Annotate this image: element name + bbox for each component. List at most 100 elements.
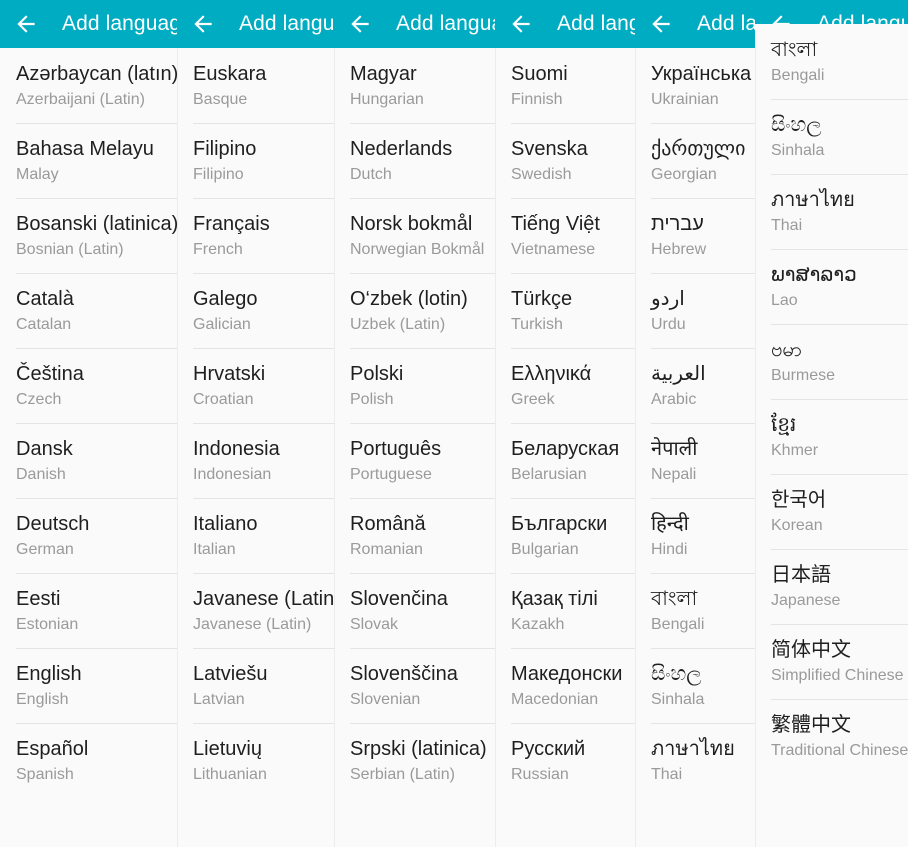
language-list-item[interactable]: नेपाली Nepali: [635, 423, 755, 498]
language-list[interactable]: Magyar Hungarian Nederlands Dutch Norsk bokm…: [334, 48, 495, 798]
language-english-name: Korean: [771, 517, 823, 534]
language-list-item[interactable]: Беларуская Belarusian: [495, 423, 635, 498]
language-native-name: Svenska: [511, 138, 588, 160]
language-list-item[interactable]: Euskara Basque: [177, 48, 334, 123]
language-list-item[interactable]: O‘zbek (lotin) Uzbek (Latin): [334, 273, 495, 348]
language-list[interactable]: Українська Ukrainian ქართული Georgian עברית H…: [635, 48, 755, 798]
back-arrow-icon[interactable]: [181, 0, 225, 48]
language-native-name: Magyar: [350, 63, 417, 85]
language-list-item[interactable]: ဗမာ Burmese: [755, 324, 908, 399]
language-list-item[interactable]: Български Bulgarian: [495, 498, 635, 573]
language-list-item[interactable]: ภาษาไทย Thai: [635, 723, 755, 798]
language-list-item[interactable]: Қазақ тілі Kazakh: [495, 573, 635, 648]
language-list-item[interactable]: Ελληνικά Greek: [495, 348, 635, 423]
language-list-item[interactable]: 简体中文 Simplified Chinese: [755, 624, 908, 699]
back-arrow-icon[interactable]: [338, 0, 382, 48]
language-list-item[interactable]: Latviešu Latvian: [177, 648, 334, 723]
language-list-item[interactable]: Deutsch German: [0, 498, 177, 573]
language-list-item[interactable]: Javanese (Latin) Javanese (Latin): [177, 573, 334, 648]
language-list-item[interactable]: ພາສາລາວ Lao: [755, 249, 908, 324]
language-english-name: German: [16, 541, 74, 558]
language-list-item[interactable]: Tiếng Việt Vietnamese: [495, 198, 635, 273]
language-english-name: Polish: [350, 391, 394, 408]
language-english-name: Vietnamese: [511, 241, 596, 258]
language-list-item[interactable]: Magyar Hungarian: [334, 48, 495, 123]
language-english-name: Estonian: [16, 616, 79, 633]
language-list-item[interactable]: Bahasa Melayu Malay: [0, 123, 177, 198]
language-list-item[interactable]: Română Romanian: [334, 498, 495, 573]
panel-content: Add languageEuskaraBasqueFilipinoFilipin…: [177, 0, 334, 798]
language-list-item[interactable]: Dansk Danish: [0, 423, 177, 498]
language-list-item[interactable]: Hrvatski Croatian: [177, 348, 334, 423]
language-native-name: Ελληνικά: [511, 363, 592, 385]
language-english-name: Belarusian: [511, 466, 587, 483]
language-list-item[interactable]: עברית Hebrew: [635, 198, 755, 273]
language-english-name: English: [16, 691, 69, 708]
language-list[interactable]: বাংলা Bengali සිංහල Sinhala ภาษาไทย Thai ພາສາລ…: [755, 24, 908, 774]
language-list-item[interactable]: Indonesia Indonesian: [177, 423, 334, 498]
language-list-item[interactable]: Lietuvių Lithuanian: [177, 723, 334, 798]
language-list-item[interactable]: Slovenščina Slovenian: [334, 648, 495, 723]
language-list-item[interactable]: বাংলা Bengali: [635, 573, 755, 648]
language-list-item[interactable]: Français French: [177, 198, 334, 273]
language-list-item[interactable]: Eesti Estonian: [0, 573, 177, 648]
language-list-item[interactable]: Azərbaycan (latın) Azerbaijani (Latin): [0, 48, 177, 123]
language-english-name: Hungarian: [350, 91, 424, 108]
language-english-name: Thai: [771, 217, 803, 234]
language-native-name: Українська: [651, 63, 752, 85]
language-list-item[interactable]: Polski Polish: [334, 348, 495, 423]
language-list-item[interactable]: Italiano Italian: [177, 498, 334, 573]
language-native-name: नेपाली: [651, 438, 698, 460]
language-list-item[interactable]: Türkçe Turkish: [495, 273, 635, 348]
language-list-item[interactable]: Srpski (latinica) Serbian (Latin): [334, 723, 495, 798]
back-arrow-icon[interactable]: [4, 0, 48, 48]
language-list-item[interactable]: Norsk bokmål Norwegian Bokmål: [334, 198, 495, 273]
language-list-item[interactable]: اردو Urdu: [635, 273, 755, 348]
language-native-name: Suomi: [511, 63, 568, 85]
language-list-item[interactable]: বাংলা Bengali: [755, 24, 908, 99]
language-list[interactable]: Euskara Basque Filipino Filipino Français Fre…: [177, 48, 334, 798]
language-list-item[interactable]: ქართული Georgian: [635, 123, 755, 198]
language-list-item[interactable]: Suomi Finnish: [495, 48, 635, 123]
app-bar: Add language: [635, 0, 755, 48]
language-list-item[interactable]: Slovenčina Slovak: [334, 573, 495, 648]
language-list-item[interactable]: हिन्दी Hindi: [635, 498, 755, 573]
language-native-name: Français: [193, 213, 270, 235]
language-list-item[interactable]: Русский Russian: [495, 723, 635, 798]
language-list-item[interactable]: ខ្មែរ Khmer: [755, 399, 908, 474]
app-bar: Add language: [334, 0, 495, 48]
language-list-item[interactable]: Nederlands Dutch: [334, 123, 495, 198]
language-native-name: বাংলা: [771, 39, 818, 61]
language-list-item[interactable]: Bosanski (latinica) Bosnian (Latin): [0, 198, 177, 273]
back-arrow-icon[interactable]: [499, 0, 543, 48]
language-native-name: Polski: [350, 363, 404, 385]
language-list-item[interactable]: 한국어 Korean: [755, 474, 908, 549]
panel-content: Add language Azərbaycan (latın) Azerbaijan…: [0, 0, 177, 798]
language-list-item[interactable]: සිංහල Sinhala: [635, 648, 755, 723]
language-list-item[interactable]: Galego Galician: [177, 273, 334, 348]
language-list-item[interactable]: Українська Ukrainian: [635, 48, 755, 123]
language-list-item[interactable]: Español Spanish: [0, 723, 177, 798]
language-english-name: Traditional Chinese: [771, 742, 908, 759]
language-list-item[interactable]: සිංහල Sinhala: [755, 99, 908, 174]
language-list-item[interactable]: 日本語 Japanese: [755, 549, 908, 624]
language-list[interactable]: Suomi Finnish Svenska Swedish Tiếng Việt Viet…: [495, 48, 635, 798]
language-native-name: Slovenščina: [350, 663, 458, 685]
language-list-item[interactable]: Português Portuguese: [334, 423, 495, 498]
language-list-item[interactable]: العربية Arabic: [635, 348, 755, 423]
language-native-name: Română: [350, 513, 426, 535]
language-list-item[interactable]: ภาษาไทย Thai: [755, 174, 908, 249]
back-arrow-icon[interactable]: [639, 0, 683, 48]
language-list-item[interactable]: Filipino Filipino: [177, 123, 334, 198]
language-list-item[interactable]: Македонски Macedonian: [495, 648, 635, 723]
language-list-item[interactable]: 繁體中文 Traditional Chinese: [755, 699, 908, 774]
language-list-item[interactable]: Català Catalan: [0, 273, 177, 348]
language-english-name: Kazakh: [511, 616, 565, 633]
language-list-item[interactable]: Čeština Czech: [0, 348, 177, 423]
language-list-item[interactable]: Svenska Swedish: [495, 123, 635, 198]
language-english-name: Hebrew: [651, 241, 707, 258]
language-english-name: Greek: [511, 391, 555, 408]
language-list-item[interactable]: English English: [0, 648, 177, 723]
language-english-name: Arabic: [651, 391, 697, 408]
language-list[interactable]: Azərbaycan (latın) Azerbaijani (Latin) Bah…: [0, 48, 177, 798]
